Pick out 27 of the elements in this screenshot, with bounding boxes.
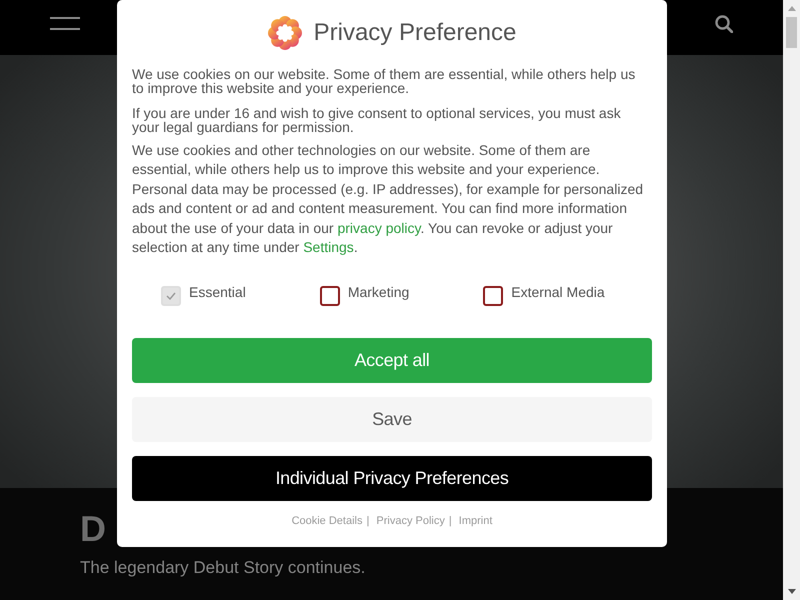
accept-all-button[interactable]: Accept all (132, 338, 652, 384)
link-separator: | (448, 515, 452, 528)
menu-icon[interactable] (50, 17, 80, 30)
preferences-button[interactable]: Individual Privacy Preferences (132, 456, 652, 502)
checkmark-icon (166, 292, 176, 300)
logo-icon (268, 16, 302, 50)
section-subtitle: The legendary Debut Story continues. (80, 558, 366, 578)
link-separator: | (366, 515, 370, 528)
checkbox[interactable] (320, 286, 340, 306)
footer-link[interactable]: Imprint (458, 515, 492, 528)
footer-link[interactable]: Cookie Details (292, 515, 362, 528)
scrollbar-track[interactable] (783, 0, 800, 600)
inline-link[interactable]: Settings (303, 239, 354, 256)
dialog-paragraph: We use cookies and other technologies on our website. Some of them are essential, while others help us to improve this website and your experience. Personal data may be processed (e.g. IP addresses), for example for personalized ads and content or ad and content measurement. You can find more information about the use of your data in our privacy policy. You can revoke or adjust your selection at any time under Settings. (132, 141, 644, 258)
checkbox[interactable] (483, 286, 504, 306)
dialog-paragraph: We use cookies on our website. Some of them are essential, while others help us to improve this website and your experience. (132, 67, 636, 95)
scroll-down-icon[interactable] (788, 589, 796, 594)
dialog-title: Privacy Preference (314, 18, 516, 48)
checkbox-label[interactable]: External Media (511, 285, 605, 300)
inline-link[interactable]: privacy policy (337, 220, 420, 236)
search-icon[interactable] (715, 14, 733, 32)
section-heading: D (80, 511, 106, 547)
footer-link[interactable]: Privacy Policy (376, 515, 445, 528)
save-button[interactable]: Save (132, 397, 652, 442)
dialog-paragraph: If you are under 16 and wish to give consent to optional services, you must ask your legal guardians for permission. (132, 106, 622, 134)
scrollbar-thumb[interactable] (786, 17, 797, 48)
checkbox-label[interactable]: Marketing (348, 285, 410, 300)
